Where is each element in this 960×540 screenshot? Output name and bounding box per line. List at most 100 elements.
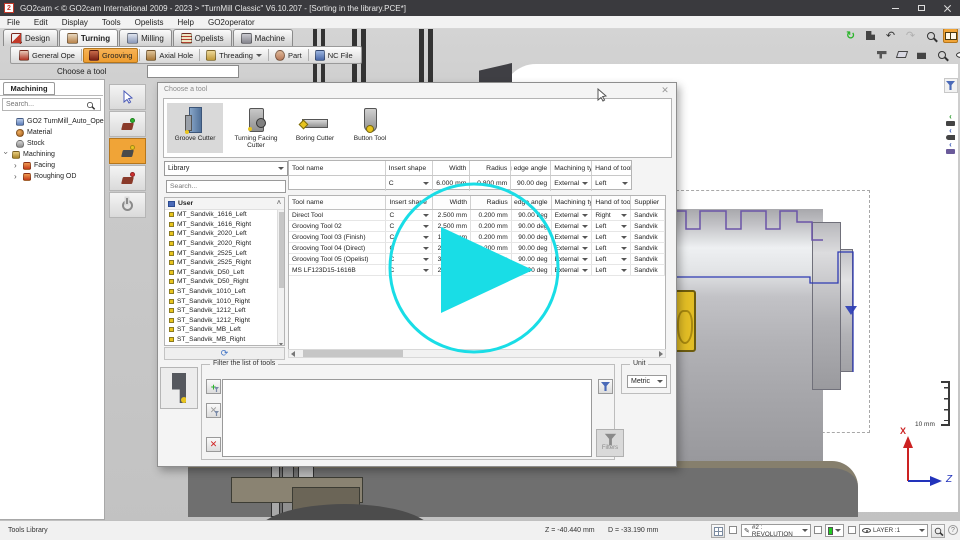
tab-machine[interactable]: Machine xyxy=(233,29,293,46)
filter-tool-name[interactable] xyxy=(289,176,386,191)
eraser-icon[interactable] xyxy=(894,47,909,62)
tab-design[interactable]: Design xyxy=(3,29,58,46)
axial-hole-button[interactable]: Axial Hole xyxy=(141,48,198,63)
col-tool-name[interactable]: Tool name xyxy=(289,161,386,175)
tool-choose-button[interactable] xyxy=(109,138,146,164)
tree-item-stock[interactable]: Stock xyxy=(16,138,45,149)
menu-item[interactable]: Display xyxy=(55,18,95,27)
library-item[interactable]: ST_Sandvik_1010_Right xyxy=(165,296,284,306)
layer-combo[interactable]: LAYER :1 xyxy=(859,524,928,537)
minimize-button[interactable] xyxy=(882,0,908,16)
col-hand[interactable]: Hand of tool xyxy=(592,196,631,209)
library-item[interactable]: ST_Sandvik_1010_Left xyxy=(165,287,284,297)
collapse-left-icon[interactable]: ‹ xyxy=(949,127,952,134)
machining-sim-icon[interactable] xyxy=(874,47,889,62)
filter-edge-angle[interactable]: 90.00 deg xyxy=(511,176,551,191)
menu-item[interactable]: Help xyxy=(171,18,201,27)
choose-tool-input[interactable] xyxy=(147,65,239,78)
table-horizontal-scrollbar[interactable] xyxy=(288,349,666,358)
library-item[interactable]: ST_Sandvik_MB_Right xyxy=(165,335,284,345)
unit-combo[interactable]: Metric xyxy=(627,375,667,388)
stock-view-icon[interactable] xyxy=(914,47,929,62)
table-row[interactable]: MS LF123D15-1616B C 2.500 mm 0.200 mm 90… xyxy=(289,265,665,276)
library-search-box[interactable] xyxy=(166,180,286,193)
library-item[interactable]: ST_Sandvik_MB_Left xyxy=(165,325,284,335)
dialog-close-button[interactable]: ✕ xyxy=(660,85,670,95)
part-button[interactable]: Part xyxy=(270,48,307,63)
library-group-user[interactable]: User ˄ xyxy=(165,198,284,210)
menu-item[interactable]: Edit xyxy=(27,18,55,27)
filter-view-button[interactable] xyxy=(944,78,958,93)
grooving-button[interactable]: Grooving xyxy=(83,48,138,63)
tab-machining[interactable]: Machining xyxy=(3,82,55,95)
revolution-checkbox[interactable] xyxy=(729,526,737,534)
tool-type-groove-cutter[interactable]: Groove Cutter xyxy=(167,103,223,153)
caret-down-icon[interactable]: › xyxy=(2,152,11,158)
tab-turning[interactable]: Turning xyxy=(59,29,118,46)
table-row[interactable]: Grooving Tool 05 (Opelist) C 3.000 mm 0.… xyxy=(289,254,665,265)
tree-item-facing[interactable]: › Facing xyxy=(14,160,55,171)
col-insert-shape[interactable]: Insert shape xyxy=(386,196,433,209)
menu-item[interactable]: File xyxy=(0,18,27,27)
general-ope-button[interactable]: General Ope xyxy=(14,48,80,63)
pan-icon[interactable] xyxy=(863,28,878,43)
layer-checkbox[interactable] xyxy=(848,526,856,534)
library-item[interactable]: ST_Sandvik_1212_Left xyxy=(165,306,284,316)
library-item[interactable]: MT_Sandvik_2525_Left xyxy=(165,248,284,258)
col-hand[interactable]: Hand of tool xyxy=(592,161,631,175)
clear-filter-button[interactable]: ✕ xyxy=(206,437,221,452)
color-checkbox[interactable] xyxy=(814,526,822,534)
tool-remove-button[interactable] xyxy=(109,165,146,191)
library-combo[interactable]: Library xyxy=(164,161,288,176)
caret-right-icon[interactable]: › xyxy=(14,172,20,181)
filter-width[interactable]: 6.000 mm xyxy=(433,176,471,191)
tree-search-box[interactable] xyxy=(2,98,101,111)
filter-machining-type[interactable]: External xyxy=(551,176,592,191)
threading-button[interactable]: Threading xyxy=(201,48,267,63)
tab-opelists[interactable]: Opelists xyxy=(173,29,232,46)
active-filters-list[interactable] xyxy=(222,379,592,457)
col-tool-name[interactable]: Tool name xyxy=(289,196,386,209)
col-machining-type[interactable]: Machining typ xyxy=(552,196,593,209)
apply-filter-button[interactable] xyxy=(598,379,613,394)
tool-type-boring[interactable]: Boring Cutter xyxy=(289,103,341,153)
library-item[interactable]: MT_Sandvik_D50_Right xyxy=(165,277,284,287)
table-row[interactable]: Grooving Tool 03 (Finish) C 1.500 mm 0.2… xyxy=(289,232,665,243)
menu-item[interactable]: Tools xyxy=(95,18,128,27)
col-width[interactable]: Width xyxy=(433,196,471,209)
zoom-window-icon[interactable] xyxy=(934,47,949,62)
filter-hand[interactable]: Left xyxy=(592,176,631,191)
library-item[interactable]: ST_Sandvik_1212_Right xyxy=(165,316,284,326)
menu-item[interactable]: GO2operator xyxy=(201,18,262,27)
library-item[interactable]: MT_Sandvik_D50_Left xyxy=(165,268,284,278)
tool-type-button[interactable]: Button Tool xyxy=(344,103,396,153)
menu-item[interactable]: Opelists xyxy=(128,18,171,27)
color-combo[interactable] xyxy=(825,524,844,537)
revolution-combo[interactable]: ✎ #2 : REVOLUTION xyxy=(741,524,811,537)
collapse-left-icon[interactable]: ‹ xyxy=(949,113,952,120)
visibility-icon[interactable] xyxy=(954,47,960,62)
tool-create-button[interactable] xyxy=(109,111,146,137)
library-item[interactable]: MT_Sandvik_1616_Left xyxy=(165,210,284,220)
table-row[interactable]: Grooving Tool 04 (Direct) C 2.500 mm 0.2… xyxy=(289,243,665,254)
tree-item-project[interactable]: GO2 TurnMill_Auto_Ope xyxy=(16,116,104,127)
tree-item-machining[interactable]: › Machining xyxy=(3,149,55,160)
tree-item-roughing[interactable]: › Roughing OD xyxy=(14,171,76,182)
library-search-input[interactable] xyxy=(170,183,282,190)
maximize-button[interactable] xyxy=(908,0,934,16)
go2-glasses-button[interactable] xyxy=(943,28,958,43)
select-tool-button[interactable] xyxy=(109,84,146,110)
redo-icon[interactable]: ↷ xyxy=(903,28,918,43)
filter-radius[interactable]: 0.800 mm xyxy=(470,176,511,191)
tree-item-material[interactable]: Material xyxy=(16,127,52,138)
close-button[interactable] xyxy=(934,0,960,16)
zoom-layer-button[interactable] xyxy=(931,524,945,538)
col-radius[interactable]: Radius xyxy=(471,196,512,209)
col-insert-shape[interactable]: Insert shape xyxy=(386,161,433,175)
library-item[interactable]: MT_Sandvik_2525_Right xyxy=(165,258,284,268)
library-sync-button[interactable]: ⟳ xyxy=(164,347,285,360)
help-button[interactable]: ? xyxy=(948,525,958,535)
caret-right-icon[interactable]: › xyxy=(14,161,20,170)
power-button[interactable] xyxy=(109,192,146,218)
filter-insert-shape[interactable]: C xyxy=(386,176,433,191)
